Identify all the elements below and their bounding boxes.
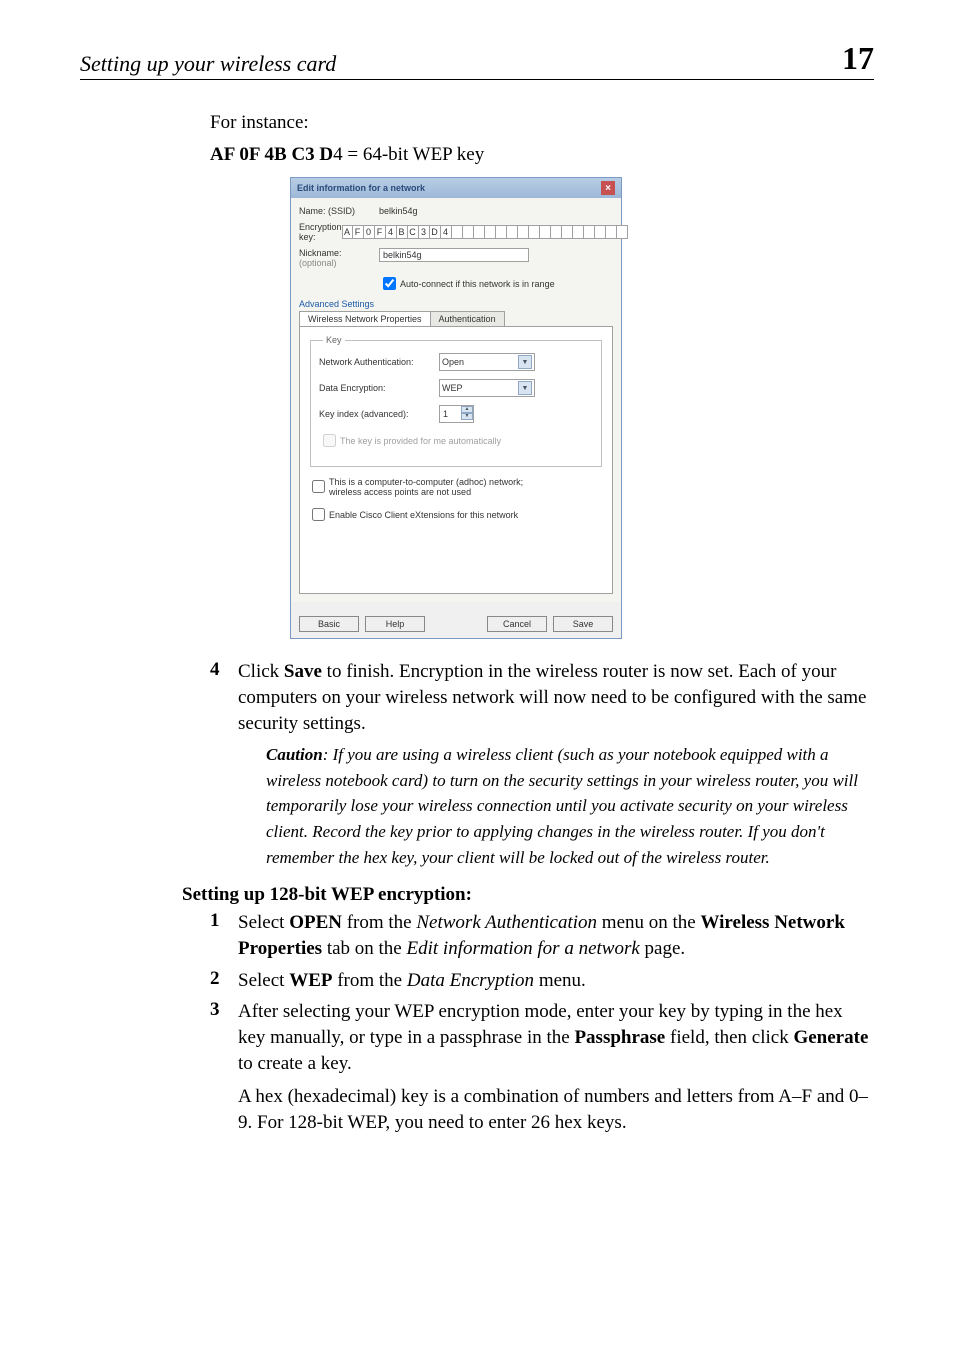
nickname-label: Nickname: (optional) bbox=[299, 248, 379, 268]
cancel-button[interactable]: Cancel bbox=[487, 616, 547, 632]
tab-authentication[interactable]: Authentication bbox=[430, 311, 505, 326]
encryption-key-label: Encryption key: bbox=[299, 222, 342, 242]
network-auth-select[interactable]: Open ▼ bbox=[439, 353, 535, 371]
auto-connect-checkbox[interactable] bbox=[383, 277, 396, 290]
advanced-settings-link[interactable]: Advanced Settings bbox=[299, 299, 613, 309]
intro-line-2: AF 0F 4B C3 D4 = 64-bit WEP key bbox=[210, 142, 874, 168]
spin-down-icon[interactable]: ▼ bbox=[461, 413, 473, 420]
close-icon[interactable]: × bbox=[601, 181, 615, 195]
chevron-down-icon: ▼ bbox=[518, 381, 532, 395]
help-button[interactable]: Help bbox=[365, 616, 425, 632]
step-number: 3 bbox=[210, 999, 238, 1135]
key-index-label: Key index (advanced): bbox=[319, 409, 439, 419]
key-legend: Key bbox=[323, 335, 345, 345]
step-3-paragraph-2: A hex (hexadecimal) key is a combination… bbox=[238, 1084, 874, 1135]
chevron-down-icon: ▼ bbox=[518, 355, 532, 369]
name-label: Name: (SSID) bbox=[299, 206, 379, 216]
key-auto-label: The key is provided for me automatically bbox=[340, 436, 501, 446]
nickname-input[interactable]: belkin54g bbox=[379, 248, 529, 262]
caution-text: : If you are using a wireless client (su… bbox=[266, 745, 858, 867]
step-2: 2 Select WEP from the Data Encryption me… bbox=[210, 968, 874, 994]
page-number: 17 bbox=[842, 40, 874, 77]
step-number: 2 bbox=[210, 968, 238, 994]
caution-label: Caution bbox=[266, 745, 323, 764]
tab-wireless-network-properties[interactable]: Wireless Network Properties bbox=[299, 311, 431, 326]
step-number: 1 bbox=[210, 910, 238, 961]
step-3: 3 After selecting your WEP encryption mo… bbox=[210, 999, 874, 1135]
intro-wep-key-bold: AF 0F 4B C3 D bbox=[210, 144, 333, 165]
dialog-edit-network: Edit information for a network × Name: (… bbox=[290, 177, 622, 639]
step-1: 1 Select OPEN from the Network Authentic… bbox=[210, 910, 874, 961]
data-encryption-select[interactable]: WEP ▼ bbox=[439, 379, 535, 397]
intro-line-1: For instance: bbox=[210, 110, 874, 136]
step-4: 4 Click Save to finish. Encryption in th… bbox=[210, 659, 874, 870]
encryption-key-input[interactable]: AF0F4BC3D4 bbox=[342, 225, 628, 239]
cisco-checkbox[interactable] bbox=[312, 508, 325, 521]
data-encryption-label: Data Encryption: bbox=[319, 383, 439, 393]
spin-up-icon[interactable]: ▲ bbox=[461, 406, 473, 413]
dialog-titlebar: Edit information for a network × bbox=[291, 178, 621, 198]
adhoc-checkbox[interactable] bbox=[312, 480, 325, 493]
section-128bit-heading: Setting up 128-bit WEP encryption: bbox=[182, 884, 874, 906]
basic-button[interactable]: Basic bbox=[299, 616, 359, 632]
page-header: Setting up your wireless card 17 bbox=[80, 40, 874, 80]
step-number: 4 bbox=[210, 659, 238, 870]
network-auth-label: Network Authentication: bbox=[319, 357, 439, 367]
name-value: belkin54g bbox=[379, 206, 418, 216]
key-auto-checkbox bbox=[323, 434, 336, 447]
key-index-stepper[interactable]: 1 ▲ ▼ bbox=[439, 405, 474, 423]
auto-connect-label: Auto-connect if this network is in range bbox=[400, 279, 555, 289]
adhoc-label: This is a computer-to-computer (adhoc) n… bbox=[329, 477, 549, 497]
dialog-title-text: Edit information for a network bbox=[297, 183, 425, 193]
intro-wep-key-rest: 4 = 64-bit WEP key bbox=[333, 144, 484, 165]
save-button[interactable]: Save bbox=[553, 616, 613, 632]
cisco-label: Enable Cisco Client eXtensions for this … bbox=[329, 510, 518, 520]
header-title: Setting up your wireless card bbox=[80, 51, 336, 77]
